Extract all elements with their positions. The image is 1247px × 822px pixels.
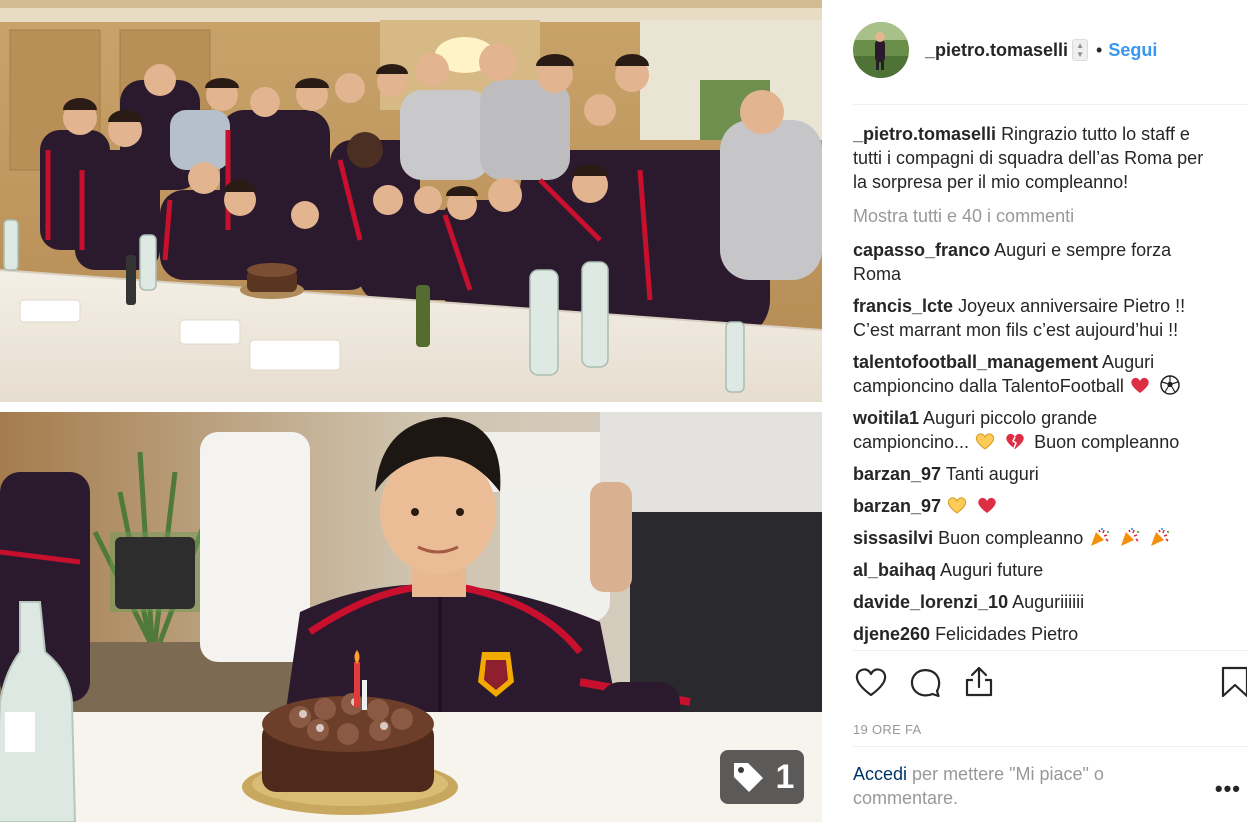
comment-username[interactable]: sissasilvi <box>853 528 933 548</box>
comment-item: francis_lcte Joyeux anniversaire Pietro … <box>853 294 1213 342</box>
avatar[interactable] <box>853 22 909 78</box>
post-caption: _pietro.tomaselli Ringrazio tutto lo sta… <box>853 122 1213 194</box>
view-all-comments-link[interactable]: Mostra tutti e 40 i commenti <box>853 204 1213 228</box>
post-sidebar: _pietro.tomaselli ▲ ▼ • Segui _pietro.to… <box>822 0 1247 822</box>
yellow-heart-icon <box>974 430 996 452</box>
comment-item: woitila1 Auguri piccolo grande campionci… <box>853 406 1213 454</box>
comment-item: sissasilvi Buon compleanno <box>853 526 1213 550</box>
comment-item: capasso_franco Auguri e sempre forza Rom… <box>853 238 1213 286</box>
comment-item: davide_lorenzi_10 Auguriiiiii <box>853 590 1213 614</box>
comment-item: al_baihaq Auguri future <box>853 558 1213 582</box>
comment-text-after: Buon compleanno <box>1034 432 1180 452</box>
price-tag-icon <box>730 759 766 795</box>
post-author-username[interactable]: _pietro.tomaselli <box>925 40 1068 61</box>
comment-text: Auguriiiiii <box>1012 592 1085 612</box>
comment-username[interactable]: capasso_franco <box>853 240 990 260</box>
more-options-icon[interactable]: ••• <box>1215 776 1241 802</box>
caption-username[interactable]: _pietro.tomaselli <box>853 124 996 144</box>
comment-username[interactable]: talentofootball_management <box>853 352 1098 372</box>
bookmark-icon[interactable] <box>1217 664 1247 700</box>
footer-divider <box>853 746 1247 747</box>
comment-item: talentofootball_management Auguri campio… <box>853 350 1213 398</box>
red-heart-icon <box>976 494 998 516</box>
comment-item: djene260 Felicidades Pietro <box>853 622 1213 646</box>
comments-list: _pietro.tomaselli Ringrazio tutto lo sta… <box>853 122 1213 652</box>
birthday-cake-photo: 1 <box>0 412 822 822</box>
comment-username[interactable]: francis_lcte <box>853 296 953 316</box>
login-prompt: Accedi per mettere "Mi piace" o commenta… <box>853 762 1153 810</box>
login-link[interactable]: Accedi <box>853 764 907 784</box>
speech-bubble-icon[interactable] <box>907 664 943 700</box>
comment-username[interactable]: barzan_97 <box>853 464 941 484</box>
party-popper-icon <box>1118 526 1140 548</box>
broken-heart-icon <box>1004 430 1026 452</box>
comment-text: Felicidades Pietro <box>935 624 1079 644</box>
comment-username[interactable]: djene260 <box>853 624 930 644</box>
comment-username[interactable]: al_baihaq <box>853 560 936 580</box>
party-popper-icon <box>1148 526 1170 548</box>
comment-item: barzan_97 Tanti auguri <box>853 462 1213 486</box>
post-timestamp: 19 ORE FA <box>853 722 922 737</box>
share-upload-icon[interactable] <box>961 664 997 700</box>
red-heart-icon <box>1129 374 1151 396</box>
party-popper-icon <box>1088 526 1110 548</box>
soccer-ball-icon <box>1159 374 1181 396</box>
comment-username[interactable]: davide_lorenzi_10 <box>853 592 1008 612</box>
separator-dot: • <box>1096 39 1103 60</box>
heart-outline-icon[interactable] <box>853 664 889 700</box>
team-group-photo <box>0 0 822 402</box>
tagged-users-badge[interactable]: 1 <box>720 750 804 804</box>
tag-count: 1 <box>775 758 795 796</box>
comment-username[interactable]: woitila1 <box>853 408 919 428</box>
comment-text: Tanti auguri <box>945 464 1039 484</box>
post-header: _pietro.tomaselli ▲ ▼ • Segui <box>853 22 1247 78</box>
yellow-heart-icon <box>946 494 968 516</box>
comment-text: Auguri future <box>940 560 1044 580</box>
comment-username[interactable]: barzan_97 <box>853 496 941 516</box>
post-photo[interactable]: 1 <box>0 0 822 822</box>
comment-text: Buon compleanno <box>938 528 1084 548</box>
header-divider <box>853 104 1247 105</box>
follow-button[interactable]: Segui <box>1108 40 1157 61</box>
spinner-arrows-icon: ▲ ▼ <box>1072 39 1089 61</box>
post-actions <box>853 664 1247 700</box>
comment-item: barzan_97 <box>853 494 1213 518</box>
actions-divider <box>853 650 1247 651</box>
